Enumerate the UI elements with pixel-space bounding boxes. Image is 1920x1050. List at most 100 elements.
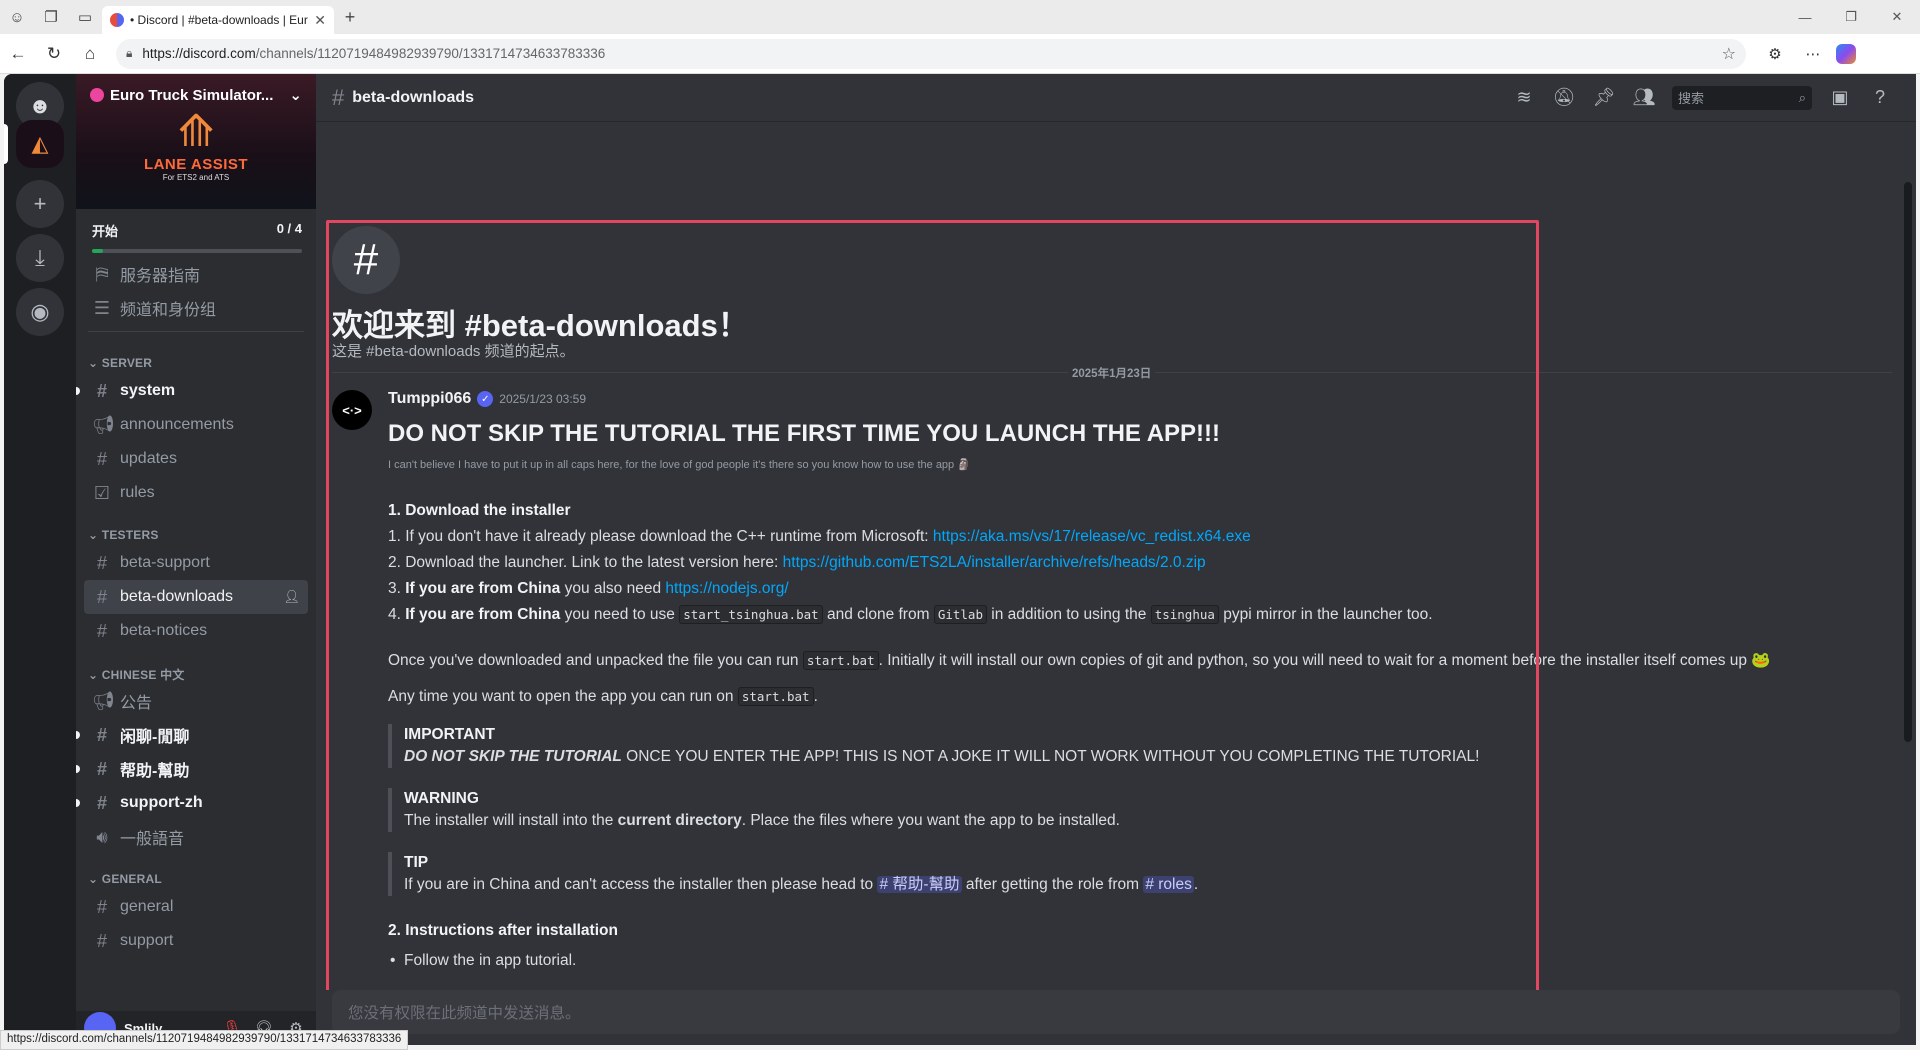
help-icon[interactable]: ? xyxy=(1860,87,1900,108)
channel-category[interactable]: ⌄ SERVER xyxy=(76,338,316,374)
sidebar-item-channels-roles[interactable]: ☰ 频道和身份组 xyxy=(84,291,308,325)
lane-assist-server-icon[interactable]: ◭ xyxy=(16,120,64,168)
inline-code: start_tsinghua.bat xyxy=(679,605,823,624)
download-apps-icon[interactable]: ⤓ xyxy=(16,234,64,282)
quote-text: If you are in China and can't access the… xyxy=(404,876,878,893)
sidebar-item-channel[interactable]: # beta-support xyxy=(84,546,308,580)
step4-text1: you need to use xyxy=(560,606,680,623)
favorite-star-icon[interactable]: ☆ xyxy=(1722,44,1736,64)
close-tab-icon[interactable]: ✕ xyxy=(314,12,326,29)
url-path: /channels/1120719484982939790/1331714734… xyxy=(255,46,606,61)
workspaces-icon[interactable]: ❐ xyxy=(34,0,68,34)
discover-icon[interactable]: ◉ xyxy=(16,288,64,336)
sidebar-item-channel[interactable]: # 闲聊-閒聊 xyxy=(76,718,308,752)
window-controls: — ❐ ✕ xyxy=(1782,0,1920,34)
restore-icon[interactable]: ❐ xyxy=(1828,0,1874,34)
megaphone-icon: 📢︎ xyxy=(92,414,115,435)
section-heading-1: 1. Download the installer xyxy=(388,502,571,519)
tab-actions-icon[interactable]: ▭ xyxy=(68,0,102,34)
channel-header: # beta-downloads ≋ 🔕︎ 📌︎ 👥︎ 搜索 ⌕ ▣ ? xyxy=(316,74,1916,122)
step4-prefix: 4. xyxy=(388,606,406,623)
channel-category[interactable]: ⌄ GENERAL xyxy=(76,854,316,890)
signpost-icon: ⛿ xyxy=(95,263,109,284)
sidebar-item-channel[interactable]: # beta-downloads 👤︎ xyxy=(84,580,308,614)
scrollbar[interactable] xyxy=(1904,182,1912,742)
list-item: 3. If you are from China you also need h… xyxy=(388,576,1538,602)
lock-icon[interactable]: 🔒︎ xyxy=(126,46,132,61)
chevron-down-icon: ⌄ xyxy=(88,668,102,682)
link-status-bar: https://discord.com/channels/11207194849… xyxy=(0,1030,409,1050)
paragraph-install: Once you've downloaded and unpacked the … xyxy=(388,648,1771,674)
quote-bold: current directory xyxy=(617,812,742,829)
quote-body: The installer will install into the curr… xyxy=(404,810,1538,832)
notification-muted-icon[interactable]: 🔕︎ xyxy=(1544,87,1584,108)
new-tab-button[interactable]: + xyxy=(334,7,366,28)
minimize-icon[interactable]: — xyxy=(1782,0,1828,34)
sidebar-item-channel[interactable]: # beta-notices xyxy=(84,614,308,648)
sidebar-item-channel[interactable]: # system xyxy=(76,374,308,408)
onboarding-progress[interactable]: 开始 0 / 4 xyxy=(76,209,316,257)
channel-mention-help[interactable]: # 帮助-幫助 xyxy=(877,876,962,893)
hashtag-icon: # xyxy=(96,586,107,607)
quote-text-3: . xyxy=(1193,876,1199,893)
hashtag-icon: # xyxy=(96,758,107,779)
sidebar-item-channel[interactable]: # support xyxy=(84,924,308,958)
invite-member-icon[interactable]: 👤︎ xyxy=(283,589,300,605)
server-banner[interactable]: Euro Truck Simulator... ⌄ ⟰ LANE ASSIST … xyxy=(76,74,316,209)
sidebar-item-channel[interactable]: ☑ rules xyxy=(84,476,308,510)
message-subtext-text: I can't believe I have to put it up in a… xyxy=(388,459,955,471)
home-icon[interactable]: ⌂ xyxy=(72,36,108,72)
sidebar-item-channel[interactable]: # support-zh xyxy=(76,786,308,820)
progress-bar xyxy=(92,249,302,253)
list-item: 4. If you are from China you need to use… xyxy=(388,602,1538,628)
member-list-icon[interactable]: 👥︎ xyxy=(1624,87,1664,108)
sidebar-item-label: 频道和身份组 xyxy=(120,302,217,319)
channel-name: 闲聊-閒聊 xyxy=(120,729,190,746)
author-avatar[interactable]: <·> xyxy=(332,390,372,430)
sidebar-item-server-guide[interactable]: ⛿ 服务器指南 xyxy=(84,257,308,291)
channel-name: 公告 xyxy=(120,695,153,712)
server-name-row[interactable]: Euro Truck Simulator... ⌄ xyxy=(90,86,302,104)
list-icon: ☰ xyxy=(93,297,111,318)
inbox-icon[interactable]: ▣ xyxy=(1820,87,1860,108)
sidebar-item-channel[interactable]: # general xyxy=(84,890,308,924)
step3-link[interactable]: https://nodejs.org/ xyxy=(665,580,788,597)
add-server-icon[interactable]: + xyxy=(16,180,64,228)
pin-icon[interactable]: 📌︎ xyxy=(1584,87,1624,108)
message-author[interactable]: Tumppi066 xyxy=(388,390,471,408)
message-list: # 欢迎来到 #beta-downloads！ 这是 #beta-downloa… xyxy=(316,122,1916,990)
step1-link[interactable]: https://aka.ms/vs/17/release/vc_redist.x… xyxy=(933,528,1251,545)
list-item: 2. Download the launcher. Link to the la… xyxy=(388,550,1538,576)
sidebar-item-channel[interactable]: # 帮助-幫助 xyxy=(76,752,308,786)
quote-body: If you are in China and can't access the… xyxy=(404,874,1538,896)
category-name: SERVER xyxy=(101,356,153,370)
emoji-icon: 🗿 xyxy=(957,459,971,471)
refresh-icon[interactable]: ↻ xyxy=(36,36,72,72)
back-icon[interactable]: ← xyxy=(0,36,36,72)
sidebar-item-channel[interactable]: 📢︎ 公告 xyxy=(84,684,308,718)
profile-icon[interactable]: ☺ xyxy=(0,0,34,34)
address-bar[interactable]: 🔒︎ https://discord.com/channels/11207194… xyxy=(116,38,1746,69)
chat-area: # beta-downloads ≋ 🔕︎ 📌︎ 👥︎ 搜索 ⌕ ▣ ? # 欢… xyxy=(316,74,1916,1045)
sidebar-item-channel[interactable]: 🔊︎ 一般語音 xyxy=(84,820,308,854)
category-name: GENERAL xyxy=(101,872,162,886)
channel-name: beta-support xyxy=(120,554,210,571)
megaphone-icon: 📢︎ xyxy=(92,690,115,711)
channel-category[interactable]: ⌄ CHINESE 中文 xyxy=(76,648,316,684)
close-window-icon[interactable]: ✕ xyxy=(1874,0,1920,34)
extensions-icon[interactable]: ⚙ xyxy=(1760,39,1790,69)
channel-mention-roles[interactable]: # roles xyxy=(1143,876,1194,893)
browser-tab-discord[interactable]: • Discord | #beta-downloads | Eur ✕ xyxy=(102,6,334,34)
more-menu-icon[interactable]: ⋯ xyxy=(1798,39,1828,69)
copilot-icon[interactable] xyxy=(1836,43,1856,64)
sidebar-item-channel[interactable]: 📢︎ announcements xyxy=(84,408,308,442)
browser-tab-bar: ☺ ❐ ▭ • Discord | #beta-downloads | Eur … xyxy=(0,0,1920,34)
channel-name: support xyxy=(120,932,174,949)
channel-name: announcements xyxy=(120,416,234,433)
channel-category[interactable]: ⌄ TESTERS xyxy=(76,510,316,546)
tab-title: • Discord | #beta-downloads | Eur xyxy=(130,13,308,27)
step2-link[interactable]: https://github.com/ETS2LA/installer/arch… xyxy=(783,554,1206,571)
search-input[interactable]: 搜索 ⌕ xyxy=(1672,85,1812,110)
threads-icon[interactable]: ≋ xyxy=(1504,87,1544,108)
sidebar-item-channel[interactable]: # updates xyxy=(84,442,308,476)
